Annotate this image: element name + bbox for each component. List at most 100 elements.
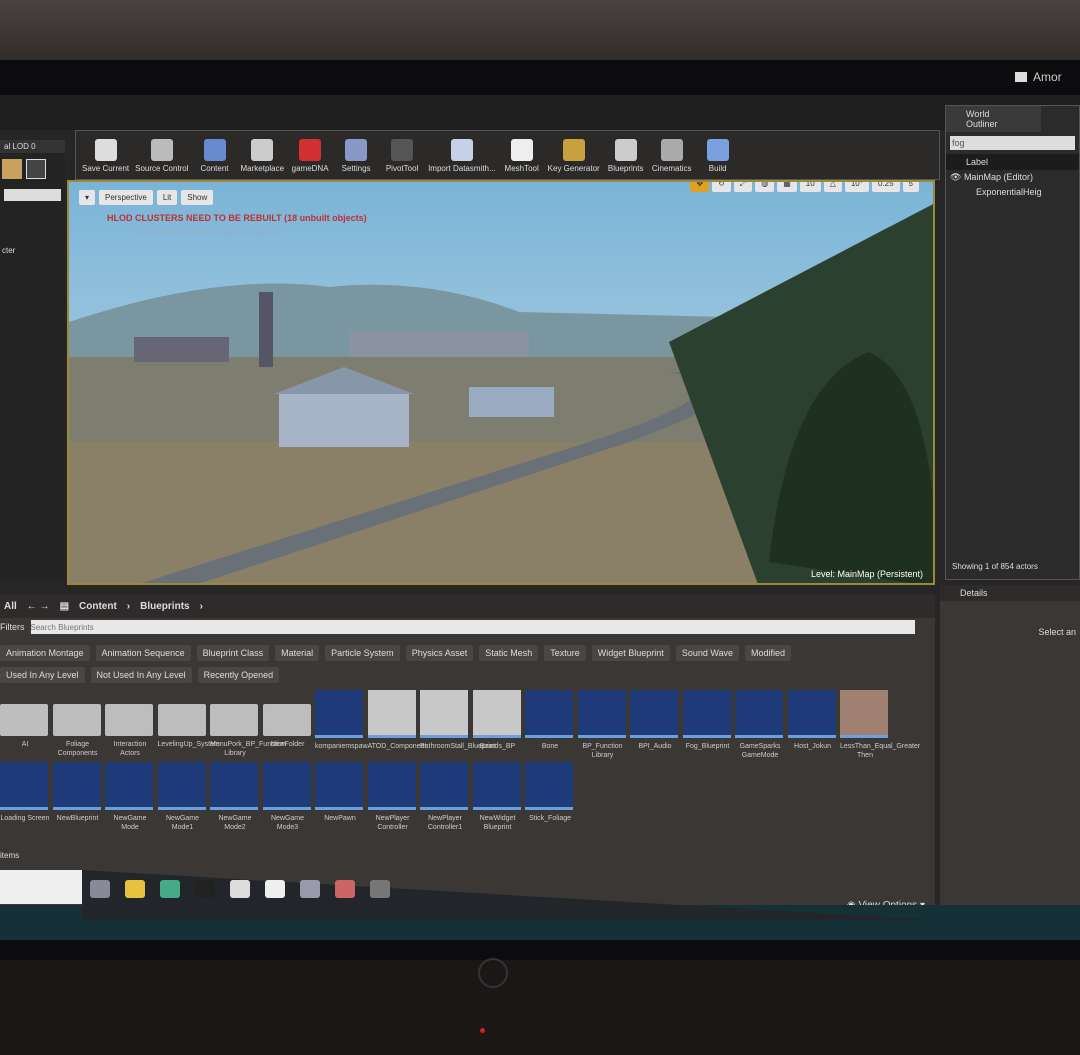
asset-thumbnail	[472, 690, 521, 738]
app-icon[interactable]	[335, 880, 355, 898]
store-icon[interactable]	[230, 880, 250, 898]
grid-snap-value[interactable]: 10	[799, 182, 821, 192]
asset-tile[interactable]: NewBlueprint	[52, 762, 103, 823]
asset-tile[interactable]: Stick_Foliage	[525, 762, 575, 823]
asset-tile[interactable]: NewFolder	[262, 690, 313, 749]
toolbar-build-button[interactable]: Build	[698, 139, 738, 173]
camera-speed-value[interactable]: 5	[902, 182, 919, 192]
level-viewport[interactable]: ▾ Perspective Lit Show ✥ ↻ ⤢ ◍ ▦ 10 △ 10…	[67, 180, 935, 585]
filter-chip[interactable]: Used In Any Level	[0, 667, 85, 683]
filter-chip[interactable]: Blueprint Class	[196, 645, 270, 661]
perspective-button[interactable]: Perspective	[99, 190, 153, 205]
toolbar-key-button[interactable]: Key Generator	[548, 139, 600, 173]
toolbar-source-control-button[interactable]: Source Control	[135, 139, 189, 173]
breadcrumb-blueprints[interactable]: Blueprints	[140, 601, 189, 612]
asset-tile[interactable]: Foliage Components	[52, 690, 103, 758]
epic-games-icon[interactable]	[195, 880, 215, 898]
eye-icon[interactable]: 👁	[950, 172, 964, 182]
asset-tile[interactable]: Host_Jokun	[787, 690, 838, 751]
lit-button[interactable]: Lit	[156, 190, 178, 205]
world-icon[interactable]: ◍	[755, 182, 775, 192]
asset-search-input[interactable]	[30, 620, 915, 634]
toolbar-meshtool-button[interactable]: MeshTool	[502, 139, 542, 173]
warning-hint: DisableAllScreenMessages to suppress	[139, 228, 280, 237]
asset-tile[interactable]: MenuPork_BP_Function Library	[210, 690, 286, 758]
asset-tile[interactable]: Interaction Actors	[105, 690, 155, 758]
asset-tile[interactable]: Boards_BP	[472, 690, 523, 751]
asset-tile[interactable]: NewGame Mode2	[210, 762, 260, 832]
asset-tile[interactable]: Bone	[525, 690, 575, 751]
toolbar-datasmith-button[interactable]: Import Datasmith...	[428, 139, 496, 173]
folder-icon	[0, 704, 48, 736]
asset-tile[interactable]: NewGame Mode	[105, 762, 155, 832]
asset-tile[interactable]: AI	[0, 690, 50, 749]
toolbar-content-button[interactable]: Content	[195, 139, 235, 173]
mail-icon[interactable]	[265, 880, 285, 898]
translate-icon[interactable]: ✥	[690, 182, 710, 192]
outliner-tab[interactable]: World Outliner	[946, 106, 1041, 132]
filter-chip[interactable]: Sound Wave	[675, 645, 740, 661]
toolbar-gamedna-button[interactable]: gameDNA	[290, 139, 330, 173]
taskbar-search[interactable]	[0, 870, 82, 904]
asset-tile[interactable]: NewPlayer Controller1	[420, 762, 470, 832]
unreal-engine-icon[interactable]	[370, 880, 390, 898]
filter-chip[interactable]: Recently Opened	[197, 667, 280, 683]
filter-chip[interactable]: Texture	[544, 645, 586, 661]
show-all-button[interactable]: All	[4, 601, 17, 612]
filter-chip[interactable]: Particle System	[325, 645, 400, 661]
grid-snap-icon[interactable]: ▦	[777, 182, 797, 192]
asset-tile[interactable]: NewGame Mode3	[262, 762, 313, 832]
scale-snap-value[interactable]: 0.25	[871, 182, 900, 192]
filter-chip[interactable]: Modified	[745, 645, 792, 661]
toolbar-cinematics-button[interactable]: Cinematics	[652, 139, 692, 173]
file-explorer-icon[interactable]	[125, 880, 145, 898]
asset-tile[interactable]: BP_Function Library	[577, 690, 628, 760]
toolbar-settings-button[interactable]: Settings	[336, 139, 376, 173]
folder-icon: ▤	[59, 601, 70, 612]
wordpress-icon[interactable]	[300, 880, 320, 898]
filter-chip[interactable]: Widget Blueprint	[591, 645, 670, 661]
mode-icon[interactable]	[2, 159, 22, 179]
toolbar-pivot-button[interactable]: PivotTool	[382, 139, 422, 173]
toolbar-save-button[interactable]: Save Current	[82, 139, 129, 173]
breadcrumb-content[interactable]: Content	[79, 601, 117, 612]
meshtool-mode-icon[interactable]	[26, 159, 46, 179]
asset-tile[interactable]: NewPawn	[315, 762, 365, 823]
asset-tile[interactable]: LessThan_Equal_Greater Then	[840, 690, 920, 760]
toolbar-blueprints-button[interactable]: Blueprints	[606, 139, 646, 173]
chrome-icon[interactable]	[160, 880, 180, 898]
angle-snap-value[interactable]: 10°	[844, 182, 869, 192]
asset-tile[interactable]: Fog_Blueprint	[682, 690, 733, 751]
asset-tile[interactable]: ATOD_Component	[367, 690, 426, 751]
asset-tile[interactable]: BPI_Audio	[630, 690, 680, 751]
details-tab[interactable]: Details	[940, 585, 1080, 601]
asset-tile[interactable]: kompaniemspaw	[315, 690, 368, 751]
filter-chip[interactable]: Not Used In Any Level	[90, 667, 192, 683]
rotate-icon[interactable]: ↻	[712, 182, 731, 192]
asset-tile[interactable]: NewPlayer Controller	[367, 762, 418, 832]
outliner-row[interactable]: ExponentialHeig	[946, 185, 1079, 199]
outliner-search[interactable]: fog	[950, 136, 1075, 150]
asset-tile[interactable]: NewGame Mode1	[157, 762, 208, 832]
asset-tile[interactable]: LevelingUp_System	[157, 690, 220, 749]
asset-tile[interactable]: Loading Screen	[0, 762, 50, 823]
filters-button[interactable]: Filters	[0, 622, 25, 632]
outliner-row[interactable]: 👁 MainMap (Editor)	[946, 170, 1079, 185]
scale-icon[interactable]: ⤢	[733, 182, 753, 192]
asset-tile[interactable]: GameSparks GameMode	[735, 690, 785, 760]
user-account[interactable]: Amor	[1015, 70, 1062, 84]
asset-tile[interactable]: BathroomStall_Blueprint	[420, 690, 496, 751]
toolbar-marketplace-button[interactable]: Marketplace	[241, 139, 284, 173]
viewport-menu-button[interactable]: ▾	[79, 190, 96, 205]
filter-chip[interactable]: Material	[275, 645, 320, 661]
filter-chip[interactable]: Animation Sequence	[95, 645, 191, 661]
filter-chip[interactable]: Animation Montage	[0, 645, 90, 661]
asset-tile[interactable]: NewWidget Blueprint	[472, 762, 523, 832]
back-forward-icon[interactable]: ← →	[27, 601, 50, 612]
task-view-icon[interactable]	[90, 880, 110, 898]
angle-snap-icon[interactable]: △	[823, 182, 842, 192]
left-search[interactable]	[4, 189, 61, 201]
show-button[interactable]: Show	[181, 190, 214, 205]
filter-chip[interactable]: Static Mesh	[479, 645, 539, 661]
filter-chip[interactable]: Physics Asset	[405, 645, 474, 661]
